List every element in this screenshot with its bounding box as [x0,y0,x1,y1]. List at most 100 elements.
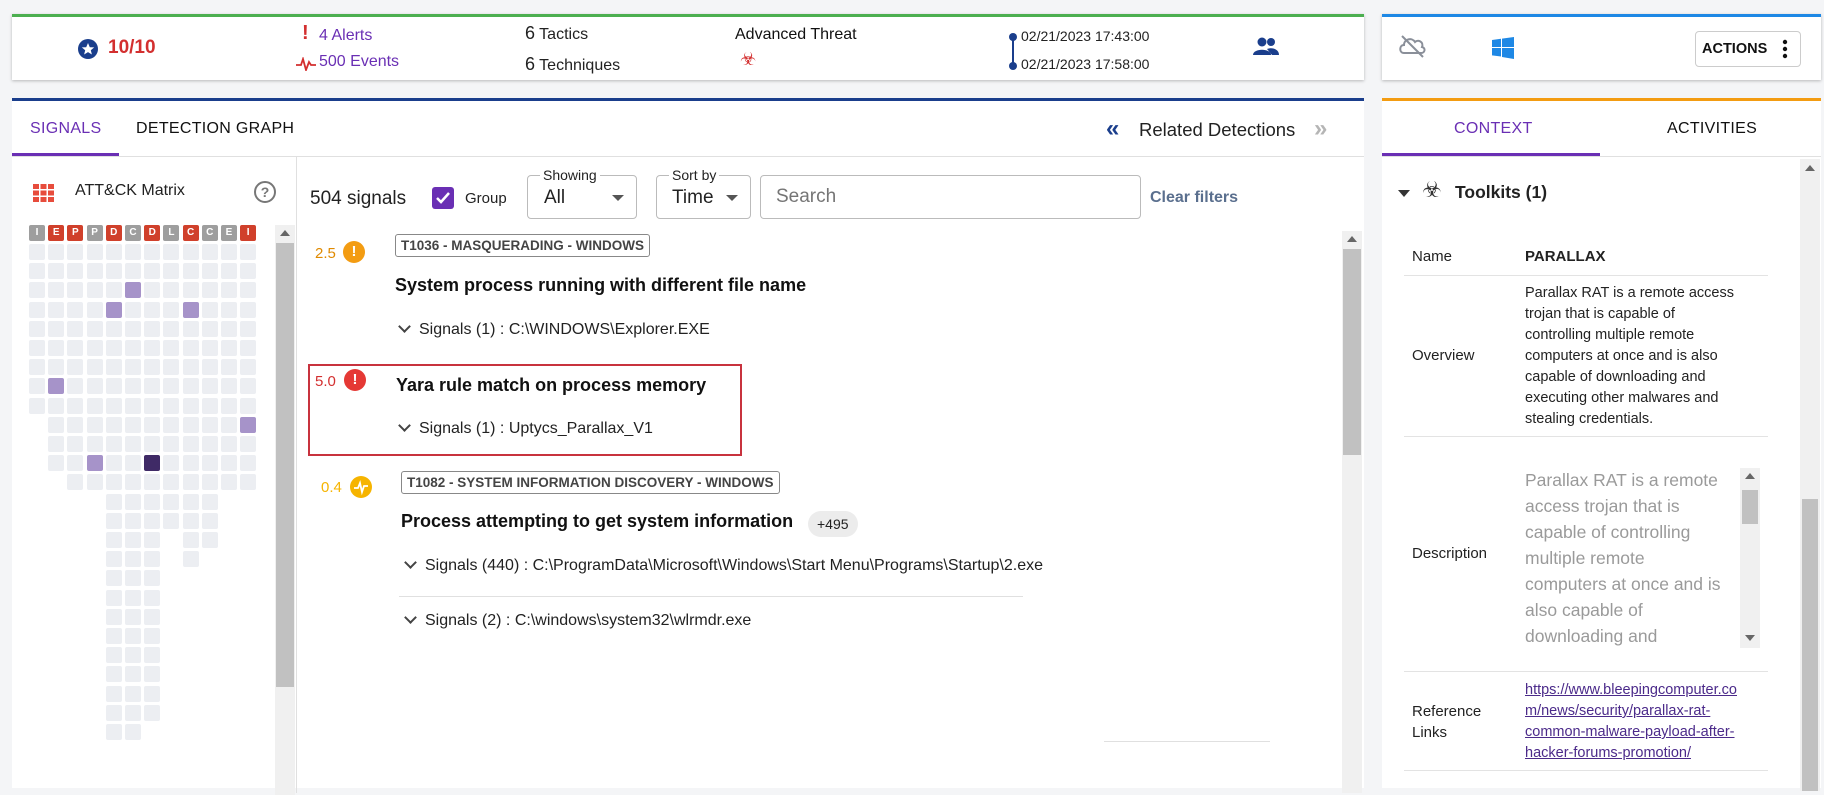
description-scrollbar-thumb[interactable] [1742,490,1758,524]
matrix-technique-cell[interactable] [105,416,122,433]
matrix-technique-cell[interactable] [67,244,84,260]
matrix-technique-cell[interactable] [105,704,122,721]
matrix-technique-cell[interactable] [67,436,84,452]
matrix-technique-cell[interactable] [29,320,45,337]
matrix-technique-cell[interactable] [240,416,257,433]
matrix-technique-cell[interactable] [125,320,141,337]
matrix-technique-cell[interactable] [86,282,103,299]
matrix-technique-cell[interactable] [182,263,199,280]
matrix-technique-cell[interactable] [144,397,161,414]
matrix-technique-cell[interactable] [86,359,103,376]
matrix-technique-cell[interactable] [221,455,237,472]
matrix-technique-cell[interactable] [67,455,84,472]
matrix-technique-cell[interactable] [125,455,141,472]
matrix-technique-cell[interactable] [86,474,103,491]
matrix-technique-cell[interactable] [105,647,122,664]
matrix-technique-cell[interactable] [182,436,199,452]
matrix-technique-cell[interactable] [182,359,199,376]
matrix-technique-cell[interactable] [125,474,141,491]
matrix-technique-cell[interactable] [125,378,141,395]
scroll-up-icon[interactable] [1347,236,1357,242]
matrix-technique-cell[interactable] [86,436,103,452]
matrix-technique-cell[interactable] [125,512,141,529]
matrix-technique-cell[interactable] [125,704,141,721]
matrix-technique-cell[interactable] [48,455,65,472]
matrix-technique-cell[interactable] [144,589,161,606]
matrix-technique-cell[interactable] [163,493,180,510]
matrix-technique-cell[interactable] [144,282,161,299]
matrix-technique-cell[interactable] [144,378,161,395]
matrix-technique-cell[interactable] [144,359,161,376]
matrix-technique-cell[interactable] [240,340,257,356]
matrix-technique-cell[interactable] [125,263,141,280]
matrix-technique-cell[interactable] [144,685,161,702]
matrix-column-header[interactable]: I [29,225,45,241]
matrix-technique-cell[interactable] [163,416,180,433]
matrix-technique-cell[interactable] [144,608,161,625]
matrix-technique-cell[interactable] [163,512,180,529]
cloud-off-icon[interactable] [1396,33,1428,64]
matrix-column-header[interactable]: E [221,225,237,241]
search-input[interactable] [760,175,1141,219]
matrix-technique-cell[interactable] [240,474,257,491]
matrix-technique-cell[interactable] [67,416,84,433]
matrix-technique-cell[interactable] [29,378,45,395]
scroll-up-icon[interactable] [280,230,290,236]
matrix-technique-cell[interactable] [105,301,122,318]
matrix-technique-cell[interactable] [29,397,45,414]
matrix-technique-cell[interactable] [125,647,141,664]
matrix-technique-cell[interactable] [105,320,122,337]
actions-button[interactable]: ACTIONS [1695,31,1801,67]
description-scrollbar[interactable] [1740,468,1760,648]
matrix-technique-cell[interactable] [182,244,199,260]
matrix-technique-cell[interactable] [201,320,218,337]
matrix-technique-cell[interactable] [201,436,218,452]
matrix-technique-cell[interactable] [144,551,161,568]
context-scrollbar[interactable] [1800,159,1820,791]
matrix-technique-cell[interactable] [29,301,45,318]
matrix-technique-cell[interactable] [163,340,180,356]
matrix-technique-cell[interactable] [29,263,45,280]
matrix-technique-cell[interactable] [144,455,161,472]
matrix-technique-cell[interactable] [125,301,141,318]
matrix-technique-cell[interactable] [125,244,141,260]
matrix-technique-cell[interactable] [201,397,218,414]
matrix-technique-cell[interactable] [201,512,218,529]
matrix-technique-cell[interactable] [86,263,103,280]
matrix-technique-cell[interactable] [182,301,199,318]
matrix-technique-cell[interactable] [67,378,84,395]
sort-select[interactable]: Sort by Time [656,167,751,219]
prev-detection-icon[interactable]: « [1106,115,1119,143]
matrix-technique-cell[interactable] [48,359,65,376]
matrix-technique-cell[interactable] [125,608,141,625]
matrix-technique-cell[interactable] [105,493,122,510]
matrix-technique-cell[interactable] [221,340,237,356]
matrix-column-header[interactable]: I [240,225,257,241]
matrix-technique-cell[interactable] [201,282,218,299]
matrix-technique-cell[interactable] [221,359,237,376]
matrix-technique-cell[interactable] [29,359,45,376]
matrix-technique-cell[interactable] [144,628,161,644]
matrix-technique-cell[interactable] [201,263,218,280]
matrix-technique-cell[interactable] [67,397,84,414]
matrix-technique-cell[interactable] [201,244,218,260]
matrix-technique-cell[interactable] [144,512,161,529]
matrix-technique-cell[interactable] [182,378,199,395]
matrix-technique-cell[interactable] [125,436,141,452]
matrix-technique-cell[interactable] [144,666,161,683]
matrix-technique-cell[interactable] [240,359,257,376]
matrix-technique-cell[interactable] [240,378,257,395]
tab-signals[interactable]: SIGNALS [30,120,101,138]
matrix-technique-cell[interactable] [67,474,84,491]
matrix-technique-cell[interactable] [221,301,237,318]
matrix-technique-cell[interactable] [86,320,103,337]
matrix-technique-cell[interactable] [67,359,84,376]
matrix-technique-cell[interactable] [201,416,218,433]
matrix-technique-cell[interactable] [67,301,84,318]
help-icon[interactable]: ? [254,181,276,203]
matrix-technique-cell[interactable] [86,378,103,395]
matrix-technique-cell[interactable] [125,416,141,433]
matrix-technique-cell[interactable] [182,416,199,433]
matrix-technique-cell[interactable] [182,397,199,414]
showing-select[interactable]: Showing All [527,167,637,219]
